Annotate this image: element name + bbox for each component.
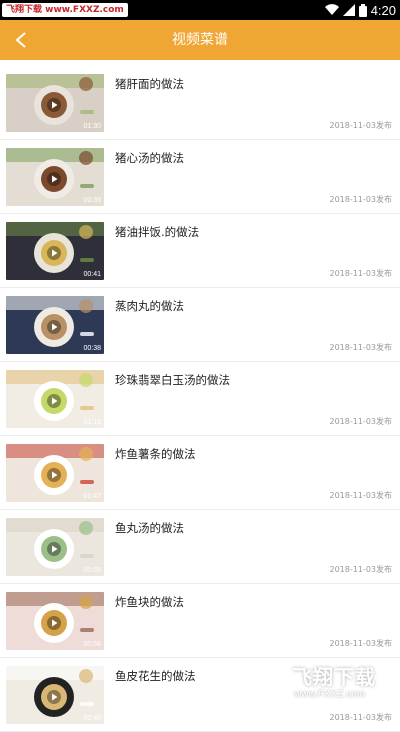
recipe-list: 01:30 猪肝面的做法 2018-11-03发布 00:39 猪心汤的做法 2018-1… — [0, 60, 400, 732]
recipe-title[interactable]: 炸鱼薯条的做法 — [115, 446, 196, 462]
list-item[interactable]: 00:55 鱼丸汤的做法 2018-11-03发布 — [0, 510, 400, 584]
publish-date: 2018-11-03发布 — [329, 713, 393, 722]
video-thumbnail[interactable]: 00:55 — [6, 518, 104, 576]
recipe-title[interactable]: 猪心汤的做法 — [115, 150, 184, 166]
video-duration: 00:41 — [83, 271, 101, 278]
list-item[interactable]: 00:56 炸鱼块的做法 2018-11-03发布 — [0, 584, 400, 658]
list-item[interactable]: 00:48 鱼皮花生的做法 2018-11-03发布 — [0, 658, 400, 732]
publish-date: 2018-11-03发布 — [329, 639, 393, 648]
list-item[interactable]: 01:47 炸鱼薯条的做法 2018-11-03发布 — [0, 436, 400, 510]
video-thumbnail[interactable]: 00:38 — [6, 296, 104, 354]
list-item[interactable]: 01:30 猪肝面的做法 2018-11-03发布 — [0, 66, 400, 140]
video-thumbnail[interactable]: 00:41 — [6, 222, 104, 280]
video-thumbnail[interactable]: 00:48 — [6, 666, 104, 724]
list-item[interactable]: 00:41 猪油拌饭.的做法 2018-11-03发布 — [0, 214, 400, 288]
video-duration: 00:39 — [83, 197, 101, 204]
video-duration: 01:15 — [83, 419, 101, 426]
recipe-title[interactable]: 炸鱼块的做法 — [115, 594, 184, 610]
recipe-title[interactable]: 鱼皮花生的做法 — [115, 668, 196, 684]
app-header: 视频菜谱 — [0, 20, 400, 60]
video-duration: 00:55 — [83, 567, 101, 574]
publish-date: 2018-11-03发布 — [329, 417, 393, 426]
status-icons: 4:20 — [324, 0, 396, 20]
list-item[interactable]: 00:39 猪心汤的做法 2018-11-03发布 — [0, 140, 400, 214]
watermark-label: 飞翔下载 www.FXXZ.com — [2, 3, 128, 17]
list-item[interactable]: 01:15 珍珠翡翠白玉汤的做法 2018-11-03发布 — [0, 362, 400, 436]
publish-date: 2018-11-03发布 — [329, 121, 393, 130]
video-thumbnail[interactable]: 01:30 — [6, 74, 104, 132]
publish-date: 2018-11-03发布 — [329, 491, 393, 500]
page-title: 视频菜谱 — [172, 32, 228, 48]
video-duration: 01:47 — [83, 493, 101, 500]
chevron-left-icon — [15, 32, 26, 48]
publish-date: 2018-11-03发布 — [329, 565, 393, 574]
video-duration: 00:48 — [83, 715, 101, 722]
signal-icon — [342, 4, 355, 16]
list-item[interactable]: 00:38 蒸肉丸的做法 2018-11-03发布 — [0, 288, 400, 362]
recipe-title[interactable]: 鱼丸汤的做法 — [115, 520, 184, 536]
status-time: 4:20 — [370, 2, 396, 18]
recipe-title[interactable]: 猪油拌饭.的做法 — [115, 224, 199, 240]
recipe-title[interactable]: 珍珠翡翠白玉汤的做法 — [115, 372, 230, 388]
publish-date: 2018-11-03发布 — [329, 343, 393, 352]
video-thumbnail[interactable]: 01:47 — [6, 444, 104, 502]
video-thumbnail[interactable]: 00:56 — [6, 592, 104, 650]
wifi-icon — [324, 4, 339, 16]
publish-date: 2018-11-03发布 — [329, 195, 393, 204]
recipe-title[interactable]: 猪肝面的做法 — [115, 76, 184, 92]
video-duration: 00:38 — [83, 345, 101, 352]
video-thumbnail[interactable]: 01:15 — [6, 370, 104, 428]
recipe-title[interactable]: 蒸肉丸的做法 — [115, 298, 184, 314]
status-bar: 飞翔下载 www.FXXZ.com 4:20 — [0, 0, 400, 20]
back-button[interactable] — [6, 25, 36, 55]
battery-icon — [358, 3, 367, 17]
publish-date: 2018-11-03发布 — [329, 269, 393, 278]
video-duration: 01:30 — [83, 123, 101, 130]
video-duration: 00:56 — [83, 641, 101, 648]
video-thumbnail[interactable]: 00:39 — [6, 148, 104, 206]
